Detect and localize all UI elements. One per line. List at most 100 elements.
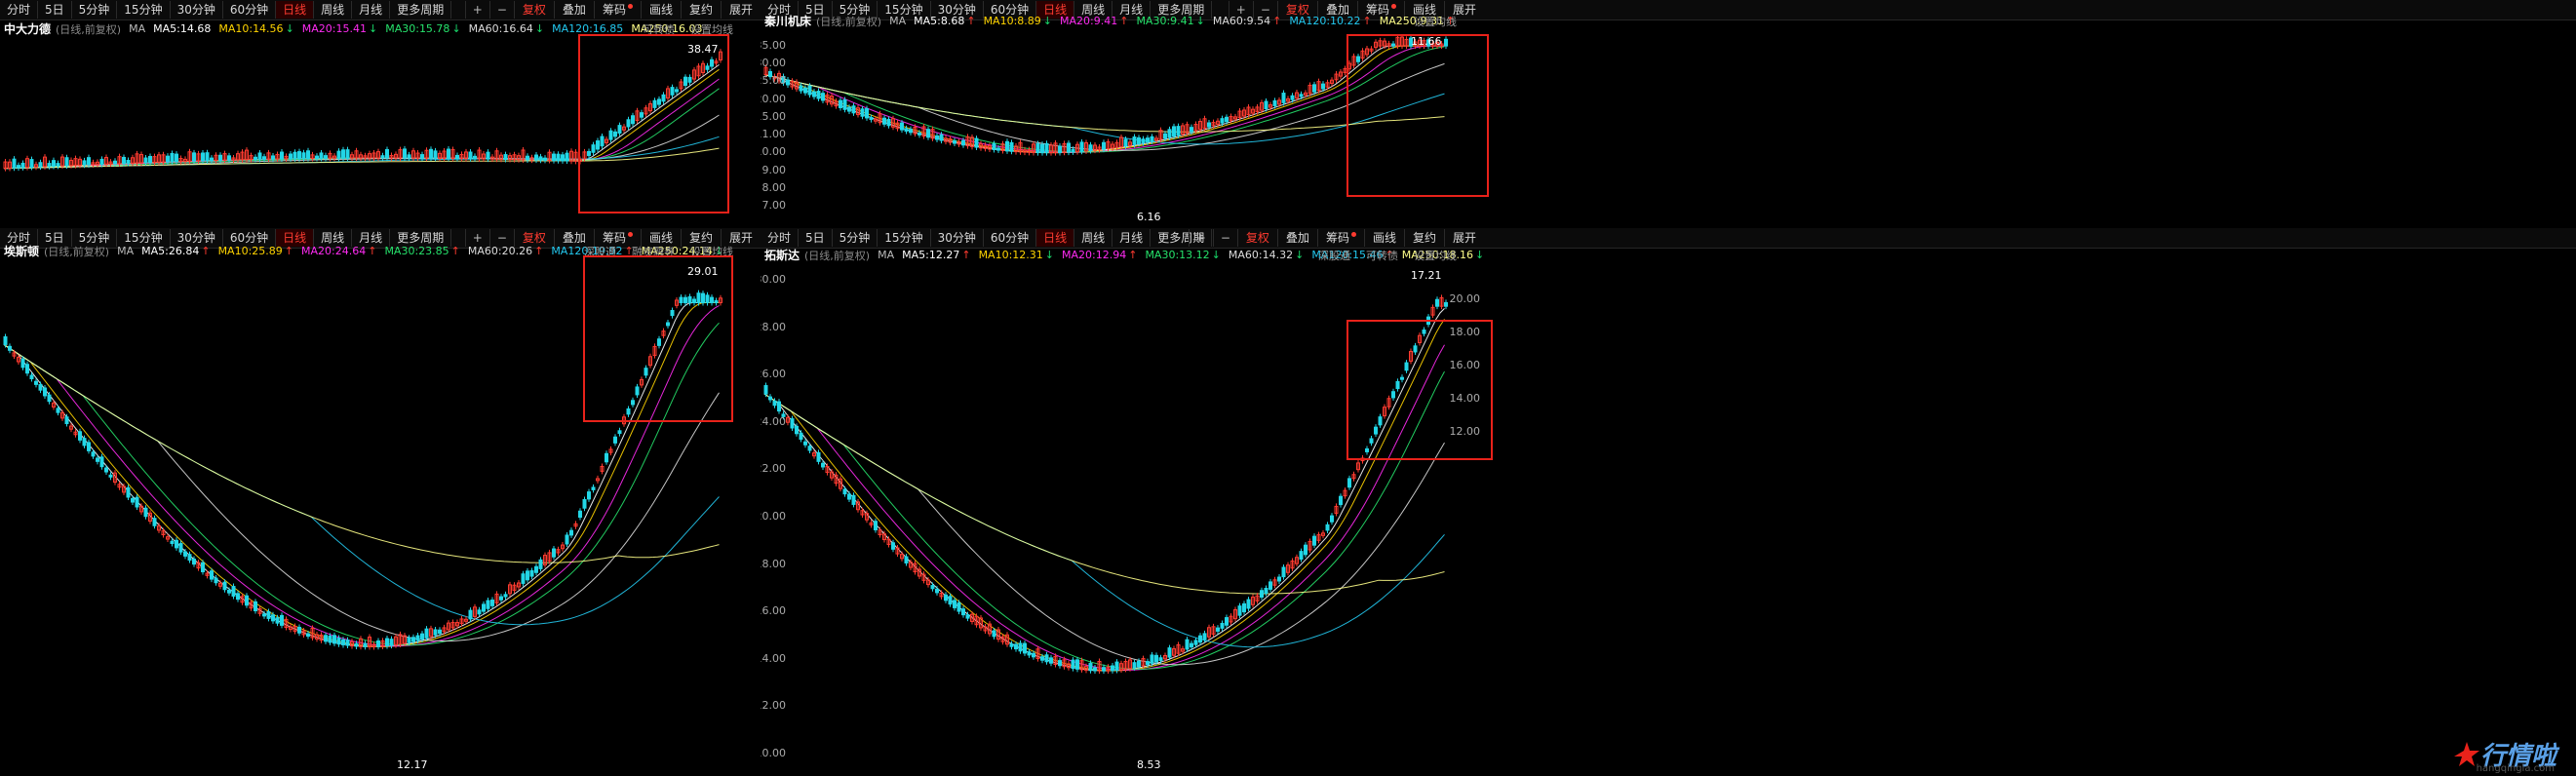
candle-body xyxy=(992,143,996,151)
period-tab[interactable]: 月线 xyxy=(352,1,391,19)
candle-body xyxy=(1272,99,1277,106)
toolbar-fuquan-button[interactable]: 复权 xyxy=(1236,229,1277,247)
period-tab[interactable]: 周线 xyxy=(1074,229,1113,247)
candle-body xyxy=(1246,599,1251,609)
candle-body xyxy=(122,156,126,165)
info-shenguto-link[interactable]: 深股通 xyxy=(1310,248,1358,263)
candle-body xyxy=(376,640,380,647)
candle-body xyxy=(20,358,25,369)
minus-icon[interactable]: − xyxy=(1212,229,1237,247)
toolbar-diejia-button[interactable]: 叠加 xyxy=(553,1,594,19)
toolbar-zhankai-button[interactable]: 展开 xyxy=(1443,229,1484,247)
candle-body xyxy=(280,614,284,626)
add-icon[interactable]: + xyxy=(464,1,489,19)
period-tab[interactable]: 60分钟 xyxy=(984,229,1037,247)
candle-body xyxy=(78,431,82,441)
candle-body xyxy=(1035,143,1040,154)
period-tab[interactable]: 日线 xyxy=(1036,229,1075,247)
candle-body xyxy=(526,155,529,161)
period-tab[interactable]: 15分钟 xyxy=(878,229,931,247)
add-icon[interactable]: + xyxy=(1188,229,1213,247)
candle-body xyxy=(345,149,350,159)
period-tab[interactable]: 5分钟 xyxy=(833,229,878,247)
period-toolbar: 分时 5日 5分钟 15分钟 30分钟 60分钟 日线 周线 月线 更多周期 + − 复权 叠加 筹码 画线… xyxy=(761,228,2576,249)
minus-icon[interactable]: − xyxy=(488,1,514,19)
toolbar-zhankai-button[interactable]: 展开 xyxy=(720,1,761,19)
period-tab[interactable]: 分时 xyxy=(761,229,800,247)
candle-body xyxy=(166,155,170,163)
candle-body xyxy=(1093,667,1097,672)
price-min-label: 12.17 xyxy=(397,758,428,771)
candle-body xyxy=(799,85,803,92)
toolbar-diejia-button[interactable]: 叠加 xyxy=(1276,229,1317,247)
ma-arrow: ↑ xyxy=(961,249,971,261)
candle-body xyxy=(143,507,148,518)
y-tick-label: 20.00 xyxy=(761,92,786,105)
ma-value: MA120:10.22 xyxy=(1289,15,1361,27)
ma-arrow: ↑ xyxy=(284,245,293,257)
period-tab[interactable]: 15分钟 xyxy=(117,1,171,19)
candle-body xyxy=(104,467,108,473)
ma-value: MA30:15.78 xyxy=(385,22,450,35)
candle-body xyxy=(1264,100,1268,110)
tool-buttons: + − 复权 叠加 筹码 画线 复约 展开 xyxy=(1188,228,1484,248)
period-tab[interactable]: 5分钟 xyxy=(72,1,118,19)
candle-body xyxy=(341,149,345,159)
period-tab[interactable]: 60分钟 xyxy=(223,1,277,19)
candle-body xyxy=(148,155,152,164)
y-tick-label: 9.00 xyxy=(761,163,787,176)
candle-body xyxy=(192,152,196,162)
price-axis: 30.00 28.00 26.00 24.00 22.00 20.00 18.00 16.00… xyxy=(761,263,790,776)
period-tab[interactable]: 5日 xyxy=(38,1,72,19)
candle-body xyxy=(486,151,490,160)
price-min-label: 8.53 xyxy=(1137,758,1161,771)
candle-body xyxy=(1167,647,1172,658)
period-tab[interactable]: 日线 xyxy=(276,1,315,19)
toolbar-huaxian-button[interactable]: 画线 xyxy=(640,1,681,19)
toolbar-fuquan-button[interactable]: 复权 xyxy=(513,1,554,19)
candle-body xyxy=(1167,129,1172,138)
period-tab[interactable]: 周线 xyxy=(314,1,353,19)
period-tab[interactable]: 更多周期 xyxy=(390,1,452,19)
y-tick-label: 14.00 xyxy=(761,651,786,665)
candle-body xyxy=(96,457,99,462)
candle-body xyxy=(799,432,803,441)
price-axis: 35.00 30.00 25.00 20.00 15.00 11.00 10.00 9.00 8… xyxy=(761,29,790,228)
ma-values: MA5:8.68 ↑ MA10:8.89 ↓ MA20:9.41 ↑ MA30:9.41 ↓ M… xyxy=(906,15,1455,27)
candle-body xyxy=(1067,142,1071,153)
candle-body xyxy=(521,573,526,584)
candle-body xyxy=(591,486,596,490)
candle-body xyxy=(1172,126,1176,137)
candle-body xyxy=(1193,640,1198,645)
info-ma_settings-link[interactable]: 设置均线 xyxy=(1406,14,1464,29)
ma-line xyxy=(763,45,1445,154)
y-tick-label: 28.00 xyxy=(761,320,786,333)
period-tab[interactable]: 30分钟 xyxy=(171,1,223,19)
toolbar-chouma-button[interactable]: 筹码 xyxy=(1316,229,1364,247)
candle-body xyxy=(1277,576,1281,582)
candle-body xyxy=(1347,478,1351,488)
ma-value: MA10:12.31 xyxy=(978,249,1043,261)
candle-body xyxy=(424,628,429,639)
candle-body xyxy=(218,154,222,161)
toolbar-chouma-button[interactable]: 筹码 xyxy=(593,1,641,19)
ma-arrow: ↑ xyxy=(368,245,377,257)
info-ma_settings-link[interactable]: 设置均线 xyxy=(1406,248,1464,263)
ma-arrow: ↑ xyxy=(1272,15,1282,27)
candle-body xyxy=(803,87,807,94)
info-convertible-link[interactable]: 可转债 xyxy=(1358,248,1406,263)
candle-body xyxy=(271,155,275,160)
candle-body xyxy=(1330,515,1334,523)
candle-body xyxy=(1299,94,1304,97)
candle-body xyxy=(363,642,368,647)
period-tab[interactable]: 5日 xyxy=(799,229,833,247)
candle-body xyxy=(126,486,131,498)
candle-body xyxy=(433,629,438,636)
toolbar-fuyue-button[interactable]: 复约 xyxy=(680,1,721,19)
candle-body xyxy=(842,98,847,110)
toolbar-fuyue-button[interactable]: 复约 xyxy=(1403,229,1444,247)
period-tab[interactable]: 分时 xyxy=(0,1,39,19)
period-tab[interactable]: 30分钟 xyxy=(931,229,984,247)
period-tab[interactable]: 月线 xyxy=(1112,229,1151,247)
toolbar-huaxian-button[interactable]: 画线 xyxy=(1363,229,1404,247)
